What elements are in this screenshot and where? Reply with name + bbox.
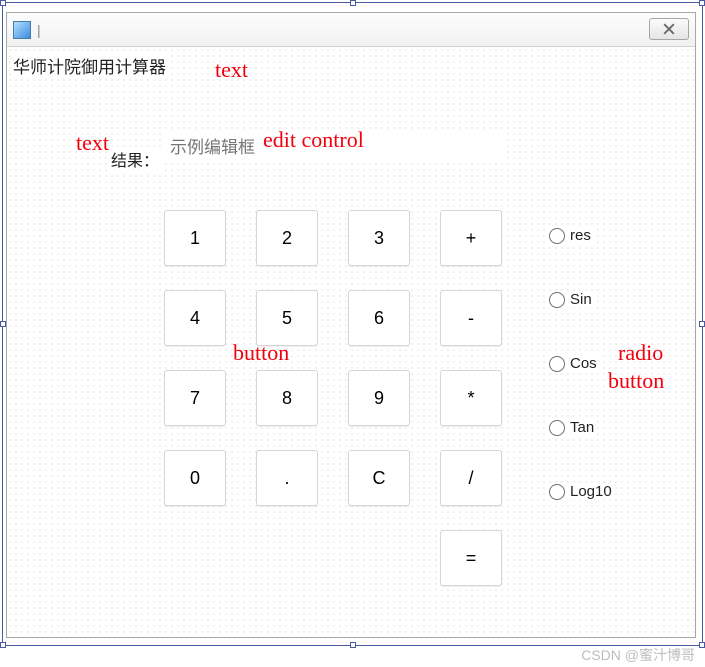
button-clear[interactable]: C	[348, 450, 410, 506]
button-1[interactable]: 1	[164, 210, 226, 266]
button-divide[interactable]: /	[440, 450, 502, 506]
titlebar: |	[7, 13, 695, 47]
button-equals[interactable]: =	[440, 530, 502, 586]
app-title-label: 华师计院御用计算器	[11, 53, 168, 78]
button-7[interactable]: 7	[164, 370, 226, 426]
button-0[interactable]: 0	[164, 450, 226, 506]
result-label: 结果：	[109, 147, 161, 171]
button-8[interactable]: 8	[256, 370, 318, 426]
radio-label: res	[570, 227, 591, 244]
watermark: CSDN @蜜汁博哥	[581, 645, 695, 665]
radio-icon	[549, 420, 565, 436]
close-button[interactable]	[649, 18, 689, 40]
button-2[interactable]: 2	[256, 210, 318, 266]
radio-sin[interactable]: Sin	[547, 291, 594, 308]
radio-label: Tan	[570, 419, 594, 436]
button-6[interactable]: 6	[348, 290, 410, 346]
button-5[interactable]: 5	[256, 290, 318, 346]
client-area: 华师计院御用计算器 结果： 1 2 3 + 4 5 6 - 7 8 9 * 0 …	[7, 47, 695, 637]
button-multiply[interactable]: *	[440, 370, 502, 426]
radio-label: Cos	[570, 355, 597, 372]
radio-log10[interactable]: Log10	[547, 483, 614, 500]
radio-icon	[549, 292, 565, 308]
button-4[interactable]: 4	[164, 290, 226, 346]
button-plus[interactable]: +	[440, 210, 502, 266]
button-dot[interactable]: .	[256, 450, 318, 506]
button-minus[interactable]: -	[440, 290, 502, 346]
radio-label: Sin	[570, 291, 592, 308]
app-icon	[13, 21, 31, 39]
titlebar-caret: |	[37, 22, 41, 38]
dialog-window: | 华师计院御用计算器 结果： 1 2 3 + 4 5 6 - 7 8 9 * …	[6, 12, 696, 638]
radio-cos[interactable]: Cos	[547, 355, 599, 372]
close-icon	[663, 23, 675, 35]
radio-icon	[549, 356, 565, 372]
radio-label: Log10	[570, 483, 612, 500]
result-edit[interactable]	[165, 133, 503, 163]
button-3[interactable]: 3	[348, 210, 410, 266]
button-9[interactable]: 9	[348, 370, 410, 426]
radio-tan[interactable]: Tan	[547, 419, 596, 436]
radio-icon	[549, 484, 565, 500]
radio-icon	[549, 228, 565, 244]
radio-res[interactable]: res	[547, 227, 593, 244]
